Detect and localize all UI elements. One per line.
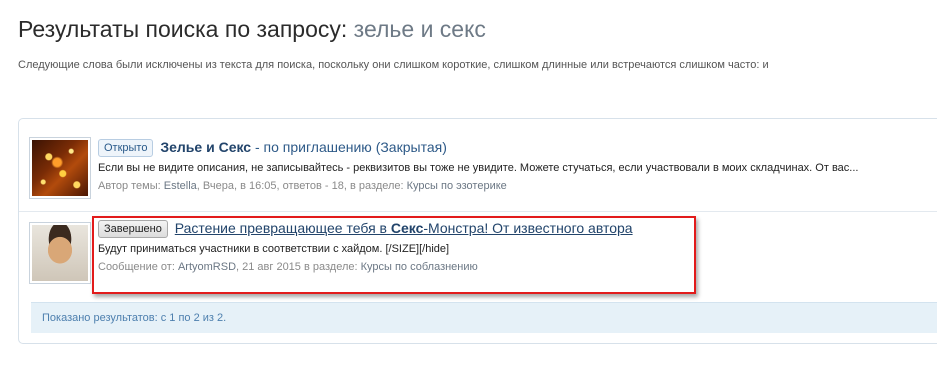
category-link[interactable]: Курсы по эзотерике [407,180,507,192]
thread-title-bold: Зелье и Секс [160,139,252,155]
search-query: зелье и секс [353,16,486,42]
meta-prefix: Автор темы: [98,180,164,192]
meta-info: , Вчера, в 16:05, ответов - 18, в раздел… [196,180,407,192]
starry-avatar-icon [32,140,88,196]
author-link[interactable]: Estella [164,180,197,192]
thread-title-link[interactable]: Зелье и Секс - по приглашению (Закрытая) [160,139,447,155]
avatar[interactable] [29,222,91,284]
excluded-words-note: Следующие слова были исключены из текста… [18,59,769,71]
page-title-prefix: Результаты поиска по запросу: [18,16,348,42]
results-footer: Показано результатов: с 1 по 2 из 2. [31,302,937,333]
person-avatar-icon [32,225,88,281]
result-meta: Автор темы: Estella, Вчера, в 16:05, отв… [98,180,937,192]
thread-title-rest: - по приглашению (Закрытая) [251,139,447,155]
list-item: Открыто Зелье и Секс - по приглашению (З… [19,119,937,205]
avatar[interactable] [29,137,91,199]
result-snippet: Если вы не видите описания, не записывай… [98,162,859,174]
results-summary: Показано результатов: с 1 по 2 из 2. [42,312,227,324]
page-title: Результаты поиска по запросу: зелье и се… [18,16,486,43]
highlight-annotation-box [92,216,696,294]
status-badge[interactable]: Открыто [98,139,154,157]
